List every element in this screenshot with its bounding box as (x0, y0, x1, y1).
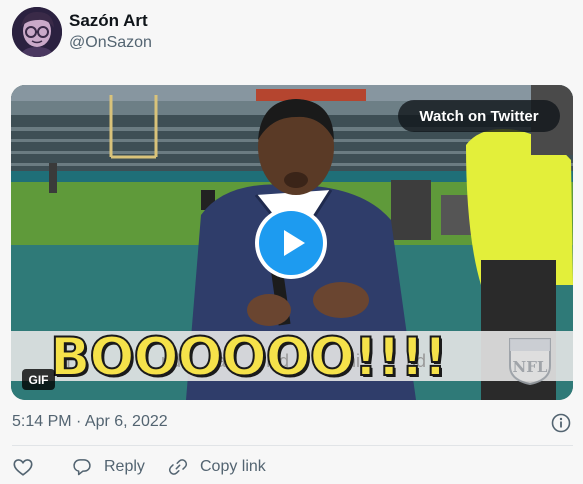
nfl-logo-text: NFL (513, 358, 548, 376)
gif-caption: BOOOOOO!!!! (49, 327, 448, 389)
display-name[interactable]: Sazón Art (69, 11, 152, 31)
user-handle[interactable]: @OnSazon (69, 33, 152, 53)
nfl-logo: NFL (507, 336, 553, 386)
divider (12, 445, 573, 446)
avatar[interactable] (12, 7, 62, 57)
reply-label: Reply (104, 458, 145, 475)
gif-badge: GIF (22, 369, 55, 390)
like-button[interactable] (12, 452, 34, 482)
link-icon (168, 459, 188, 475)
reply-icon (73, 459, 91, 476)
play-icon (284, 230, 305, 256)
watch-on-twitter-button[interactable]: Watch on Twitter (398, 100, 560, 132)
tweet-header: Sazón Art @OnSazon (12, 6, 152, 58)
info-icon[interactable] (551, 413, 571, 433)
copy-link-label: Copy link (200, 458, 266, 475)
action-bar: Reply Copy link (0, 452, 583, 482)
heart-icon (13, 459, 33, 476)
reply-button[interactable]: Reply (72, 452, 145, 482)
tweet-timestamp[interactable]: 5:14 PM · Apr 6, 2022 (12, 413, 168, 431)
copy-link-button[interactable]: Copy link (168, 452, 266, 482)
play-button[interactable] (255, 207, 327, 279)
tweet-card: Sazón Art @OnSazon Th nd all Nd thi nd B… (0, 0, 583, 484)
